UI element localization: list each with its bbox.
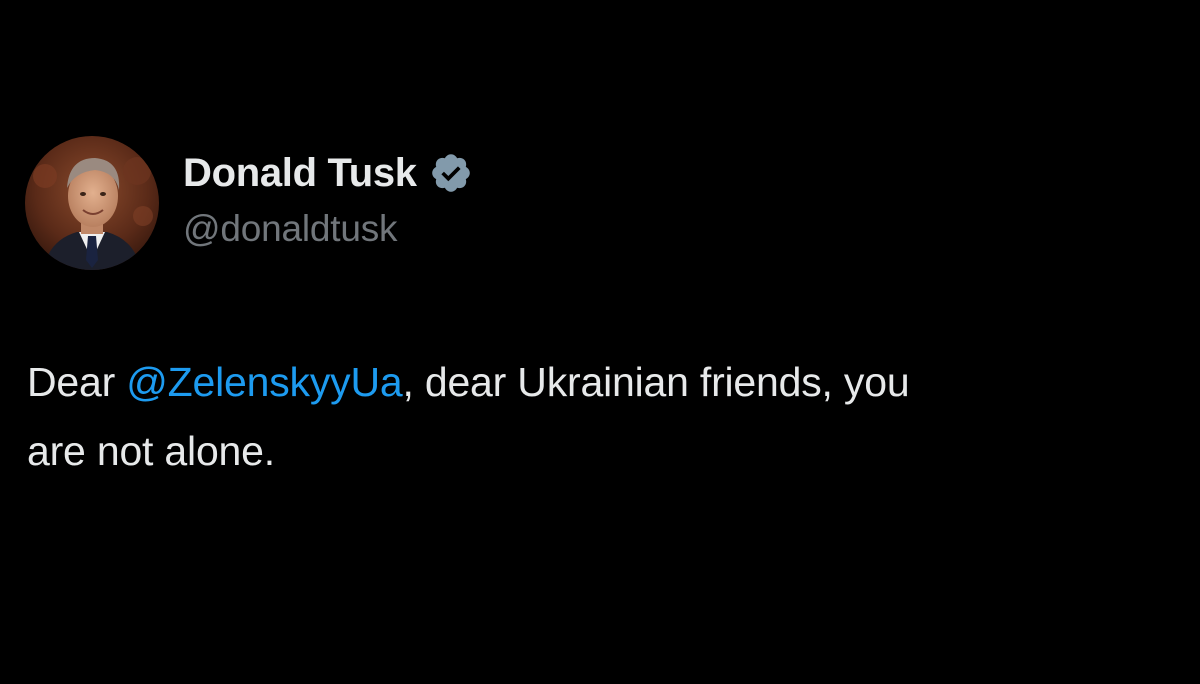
- verified-badge-icon[interactable]: [429, 151, 473, 195]
- mention-link[interactable]: @ZelenskyyUa: [126, 359, 402, 405]
- tweet-text-segment: , dear Ukrainian friends, you: [402, 359, 910, 405]
- avatar-image: [25, 136, 159, 270]
- avatar[interactable]: [25, 136, 159, 270]
- tweet-card: Donald Tusk @donaldtusk Dear @ZelenskyyU…: [0, 0, 1200, 684]
- tweet-text-segment: Dear: [27, 359, 127, 405]
- tweet-header: Donald Tusk @donaldtusk: [25, 136, 473, 270]
- tweet-text-segment: are not alone.: [27, 428, 275, 474]
- tweet-text: Dear @ZelenskyyUa, dear Ukrainian friend…: [27, 348, 1177, 486]
- handle[interactable]: @donaldtusk: [183, 208, 473, 250]
- display-name[interactable]: Donald Tusk: [183, 151, 417, 196]
- author-identity: Donald Tusk @donaldtusk: [183, 148, 473, 250]
- name-row: Donald Tusk: [183, 148, 473, 198]
